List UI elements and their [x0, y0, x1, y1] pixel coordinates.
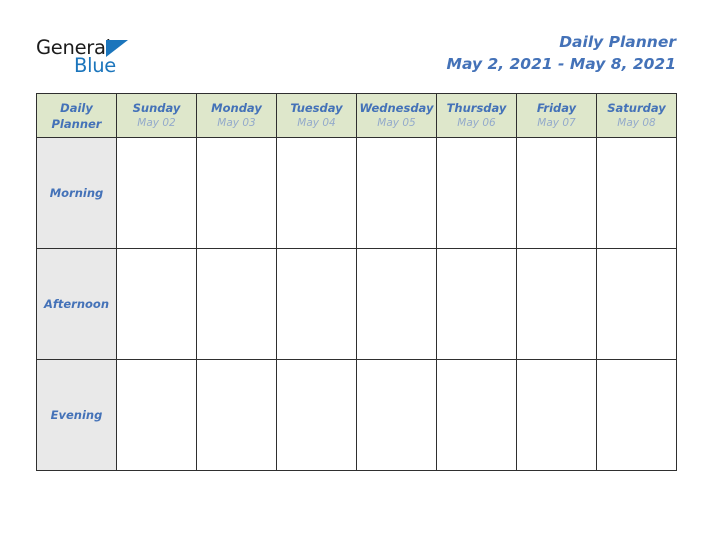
- table-row: Afternoon: [36, 248, 677, 360]
- day-date-label: May 08: [617, 117, 656, 129]
- slot-cell[interactable]: [116, 137, 197, 249]
- day-date-label: May 04: [297, 117, 336, 129]
- slot-cell[interactable]: [596, 248, 677, 360]
- day-date-label: May 03: [217, 117, 256, 129]
- day-name-label: Saturday: [607, 101, 666, 115]
- date-range-label: May 2, 2021 - May 8, 2021: [446, 55, 676, 73]
- slot-cell[interactable]: [436, 137, 517, 249]
- period-label-text: Evening: [50, 407, 103, 422]
- day-name-label: Monday: [211, 101, 262, 115]
- day-header-wednesday[interactable]: Wednesday May 05: [356, 93, 437, 138]
- slot-cell[interactable]: [116, 248, 197, 360]
- day-name-label: Sunday: [132, 101, 181, 115]
- logo-text-blue: Blue: [74, 54, 116, 77]
- slot-cell[interactable]: [356, 359, 437, 471]
- day-header-monday[interactable]: Monday May 03: [196, 93, 277, 138]
- day-header-friday[interactable]: Friday May 07: [516, 93, 597, 138]
- table-row: Evening: [36, 359, 677, 471]
- slot-cell[interactable]: [516, 359, 597, 471]
- slot-cell[interactable]: [356, 137, 437, 249]
- day-date-label: May 06: [457, 117, 496, 129]
- general-blue-logo[interactable]: General Blue: [36, 38, 216, 80]
- day-name-label: Friday: [536, 101, 577, 115]
- slot-cell[interactable]: [196, 137, 277, 249]
- period-label-morning: Morning: [36, 137, 117, 249]
- day-name-label: Tuesday: [290, 101, 343, 115]
- slot-cell[interactable]: [276, 359, 357, 471]
- day-name-label: Wednesday: [359, 101, 434, 115]
- slot-cell[interactable]: [196, 359, 277, 471]
- day-header-saturday[interactable]: Saturday May 08: [596, 93, 677, 138]
- page-title: Daily Planner: [559, 33, 676, 51]
- day-date-label: May 05: [377, 117, 416, 129]
- period-label-text: Afternoon: [43, 296, 110, 311]
- page-header: General Blue Daily Planner May 2, 2021 -…: [0, 0, 712, 93]
- slot-cell[interactable]: [356, 248, 437, 360]
- table-corner-cell: Daily Planner: [36, 93, 117, 138]
- slot-cell[interactable]: [596, 359, 677, 471]
- period-label-evening: Evening: [36, 359, 117, 471]
- day-name-label: Thursday: [446, 101, 507, 115]
- corner-line-1: Daily: [60, 100, 93, 115]
- slot-cell[interactable]: [116, 359, 197, 471]
- period-label-afternoon: Afternoon: [36, 248, 117, 360]
- day-date-label: May 02: [137, 117, 176, 129]
- table-row: Morning: [36, 137, 677, 249]
- day-header-sunday[interactable]: Sunday May 02: [116, 93, 197, 138]
- slot-cell[interactable]: [436, 248, 517, 360]
- day-date-label: May 07: [537, 117, 576, 129]
- table-header-row: Daily Planner Sunday May 02 Monday May 03 Tues…: [36, 93, 677, 138]
- title-block: Daily Planner May 2, 2021 - May 8, 2021: [256, 32, 676, 76]
- slot-cell[interactable]: [516, 248, 597, 360]
- slot-cell[interactable]: [276, 248, 357, 360]
- period-label-text: Morning: [49, 185, 104, 200]
- slot-cell[interactable]: [276, 137, 357, 249]
- slot-cell[interactable]: [436, 359, 517, 471]
- slot-cell[interactable]: [596, 137, 677, 249]
- daily-planner-table: Daily Planner Sunday May 02 Monday May 03 Tues…: [36, 93, 677, 471]
- slot-cell[interactable]: [196, 248, 277, 360]
- slot-cell[interactable]: [516, 137, 597, 249]
- corner-line-2: Planner: [51, 116, 102, 131]
- day-header-tuesday[interactable]: Tuesday May 04: [276, 93, 357, 138]
- day-header-thursday[interactable]: Thursday May 06: [436, 93, 517, 138]
